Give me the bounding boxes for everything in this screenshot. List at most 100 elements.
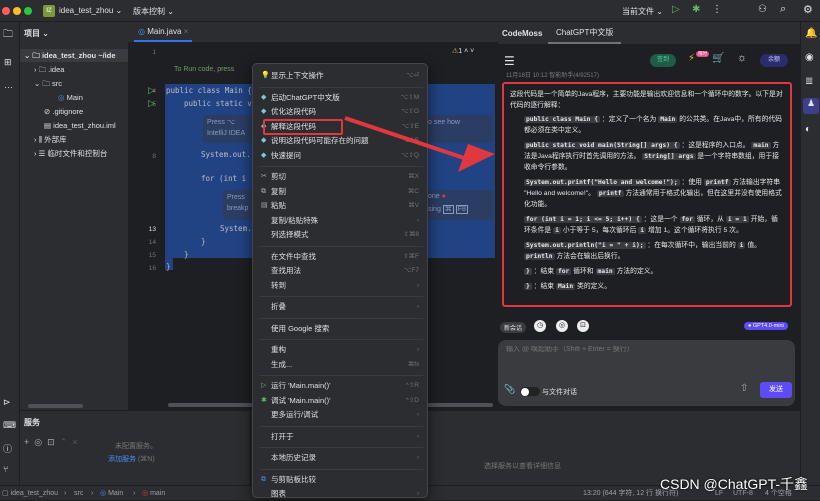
debug-icon[interactable]: ✱ <box>692 4 700 15</box>
code-line[interactable]: System. <box>220 224 252 233</box>
menu-item-label: 本地历史记录 <box>271 453 316 462</box>
menu-tail-item-1[interactable]: 图表 › <box>257 487 425 501</box>
menu-item-label: 剪切 <box>271 172 286 181</box>
close-window-button[interactable] <box>2 7 10 15</box>
file-chat-toggle[interactable] <box>520 387 540 396</box>
tab-chatgpt[interactable]: ChatGPT中文版 <box>548 22 622 44</box>
problems-icon[interactable]: ⓘ <box>3 442 12 455</box>
menu-show-context-actions[interactable]: 💡 显示上下文操作 ⌥⏎ <box>257 69 425 83</box>
tree-item-external-libs[interactable]: › ⫼ 外部库 <box>20 133 128 146</box>
code-line[interactable]: public static v <box>184 99 252 108</box>
structure-icon[interactable]: ⊞ <box>4 57 12 68</box>
run-icon[interactable]: ▷ <box>672 4 680 15</box>
services-icon[interactable]: ⊳ <box>3 397 11 408</box>
add-user-icon[interactable]: ⚇ <box>758 4 767 15</box>
upload-icon[interactable]: ⇧ <box>740 383 748 394</box>
menu-refactor-item-0[interactable]: 重构 › <box>257 343 425 357</box>
tree-item-main[interactable]: ◎ Main <box>20 91 128 104</box>
menu-item-label: 在文件中查找 <box>271 251 316 261</box>
code-line[interactable]: public class Main { <box>166 86 252 95</box>
new-chat-button[interactable]: 新会话 <box>500 322 527 333</box>
menu-local-history[interactable]: 本地历史记录 › <box>257 451 425 465</box>
menu-ai-item-0[interactable]: ◆ 启动ChatGPT中文版 ⌥⇧M <box>257 91 425 105</box>
chatgpt-icon[interactable]: ♟ <box>803 98 819 114</box>
menu-find-item-2[interactable]: 转到 › <box>257 279 425 293</box>
menu-run-item-0[interactable]: ▷ 运行 'Main.main()' ^⇧R <box>257 379 425 393</box>
more-icon[interactable]: ⋮ <box>712 4 722 15</box>
cart-icon[interactable]: 🛒 <box>712 53 724 64</box>
menu-run-item-2[interactable]: 更多运行/调试 › <box>257 408 425 422</box>
tree-item-iml[interactable]: ▤ idea_test_zhou.iml <box>20 119 128 132</box>
menu-edit-item-3[interactable]: 复制/粘贴特殊 › <box>257 214 425 228</box>
title-bar: IZ idea_test_zhou ⌄ 版本控制 ⌄ 当前文件 ⌄ ▷ ✱ ⋮ … <box>0 0 820 22</box>
tree-item-scratches[interactable]: › ☰ 临时文件和控制台 <box>20 147 128 160</box>
menu-icon[interactable]: ☰ <box>504 54 515 68</box>
add-service-link[interactable]: 添加服务 <box>108 456 136 463</box>
chat-input[interactable] <box>506 346 786 353</box>
breadcrumb-method[interactable]: ◎ main <box>142 486 165 501</box>
model-select[interactable]: ● GPT4.0-mini <box>744 322 788 330</box>
settings-icon[interactable]: ⚙ <box>803 3 813 16</box>
minimize-window-button[interactable] <box>13 7 21 15</box>
notifications-icon[interactable]: 🔔 <box>805 28 817 39</box>
menu-open-in[interactable]: 打开于 › <box>257 430 425 444</box>
bolt-icon[interactable]: ⚡ <box>688 53 695 64</box>
right-tool-strip: 🔔 ◉ ≣ ♟ ◐ <box>800 22 820 485</box>
tree-item-src[interactable]: ⌄ 🗀 src <box>20 77 128 90</box>
code-line[interactable]: } <box>166 262 171 271</box>
code-line[interactable]: } <box>184 250 189 259</box>
menu-edit-item-1[interactable]: ⧉ 复制 ⌘C <box>257 185 425 199</box>
database-icon[interactable]: ≣ <box>805 76 813 87</box>
horizontal-scrollbar[interactable] <box>28 404 83 408</box>
attach-icon[interactable]: 📎 <box>504 384 515 395</box>
signin-button[interactable]: 签到 <box>650 54 676 67</box>
add-icon[interactable]: + <box>24 437 34 447</box>
breadcrumb-project[interactable]: ▢ idea_test_zhou <box>2 486 58 501</box>
run-gutter-icon[interactable]: ▷ <box>148 98 155 109</box>
menu-run-item-1[interactable]: ✱ 调试 'Main.main()' ^⇧D <box>257 394 425 408</box>
theme-icon[interactable]: ☼ <box>737 52 747 64</box>
menu-edit-item-2[interactable]: ▤ 粘贴 ⌘V <box>257 199 425 213</box>
project-panel-title[interactable]: 项目 ⌄ <box>24 28 49 39</box>
menu-tail-item-0[interactable]: ⧉ 与剪贴板比较 <box>257 473 425 487</box>
run-gutter-icon[interactable]: ▷ <box>148 85 155 96</box>
export-icon[interactable]: ⊡ <box>577 320 589 332</box>
menu-find-item-1[interactable]: 查找用法 ⌥F7 <box>257 264 425 278</box>
git-icon[interactable]: ⑂ <box>3 464 8 474</box>
expand-icon: ⌃ <box>59 437 73 447</box>
prompt-icon[interactable]: ◎ <box>556 320 568 332</box>
maximize-window-button[interactable] <box>24 7 32 15</box>
run-config-select[interactable]: 当前文件 ⌄ <box>622 6 663 17</box>
new-group-icon[interactable]: ⊡ <box>47 437 60 447</box>
code-line[interactable]: System.out. <box>201 150 251 159</box>
menu-find-item-0[interactable]: 在文件中查找 ⇧⌘F <box>257 250 425 264</box>
tree-item-root[interactable]: ⌄ 🗀 idea_test_zhou ~/ide <box>20 49 128 62</box>
breadcrumb-src[interactable]: src <box>74 486 83 501</box>
menu-google-search[interactable]: 使用 Google 搜索 <box>257 322 425 336</box>
tree-item-idea[interactable]: › 🗀 .idea <box>20 63 128 76</box>
coverage-icon[interactable]: ◐ <box>805 124 811 135</box>
send-button[interactable]: 发送 <box>760 382 792 398</box>
more-tools-icon[interactable]: … <box>4 80 13 90</box>
menu-edit-item-4[interactable]: 列选择模式 ⇧⌘8 <box>257 228 425 242</box>
menu-item-label: 重构 <box>271 345 286 354</box>
terminal-icon[interactable]: ⌨ <box>3 420 16 431</box>
history-icon[interactable]: ◷ <box>534 320 546 332</box>
balance-button[interactable]: 余额 <box>760 54 788 67</box>
search-icon[interactable]: ⌕ <box>780 3 786 16</box>
tab-main-java[interactable]: ◎ Main.java × <box>134 22 193 42</box>
code-line[interactable]: for (int i <box>201 174 246 183</box>
code-line[interactable]: } <box>201 237 206 246</box>
menu-refactor-item-1[interactable]: 生成... ⌘N <box>257 358 425 372</box>
eye-icon[interactable]: ◎ <box>34 437 47 447</box>
tree-item-gitignore[interactable]: ⊘ .gitignore <box>20 105 128 118</box>
project-switcher[interactable]: idea_test_zhou ⌄ <box>59 6 122 15</box>
tab-codemoss[interactable]: CodeMoss <box>502 29 542 38</box>
vcs-menu[interactable]: 版本控制 ⌄ <box>133 6 174 17</box>
warnings-indicator[interactable]: ⚠1 ˄ ˅ <box>452 47 474 55</box>
chatgpt-panel: CodeMoss ChatGPT中文版 ☰ 签到 ⚡ 限时 🛒 ☼ 余额 11月… <box>498 22 800 410</box>
breadcrumb-main[interactable]: ◎ Main <box>100 486 123 501</box>
menu-fold[interactable]: 折叠 › <box>257 300 425 314</box>
folder-icon[interactable]: 🗀 <box>3 27 13 44</box>
ai-assistant-icon[interactable]: ◉ <box>805 52 814 63</box>
